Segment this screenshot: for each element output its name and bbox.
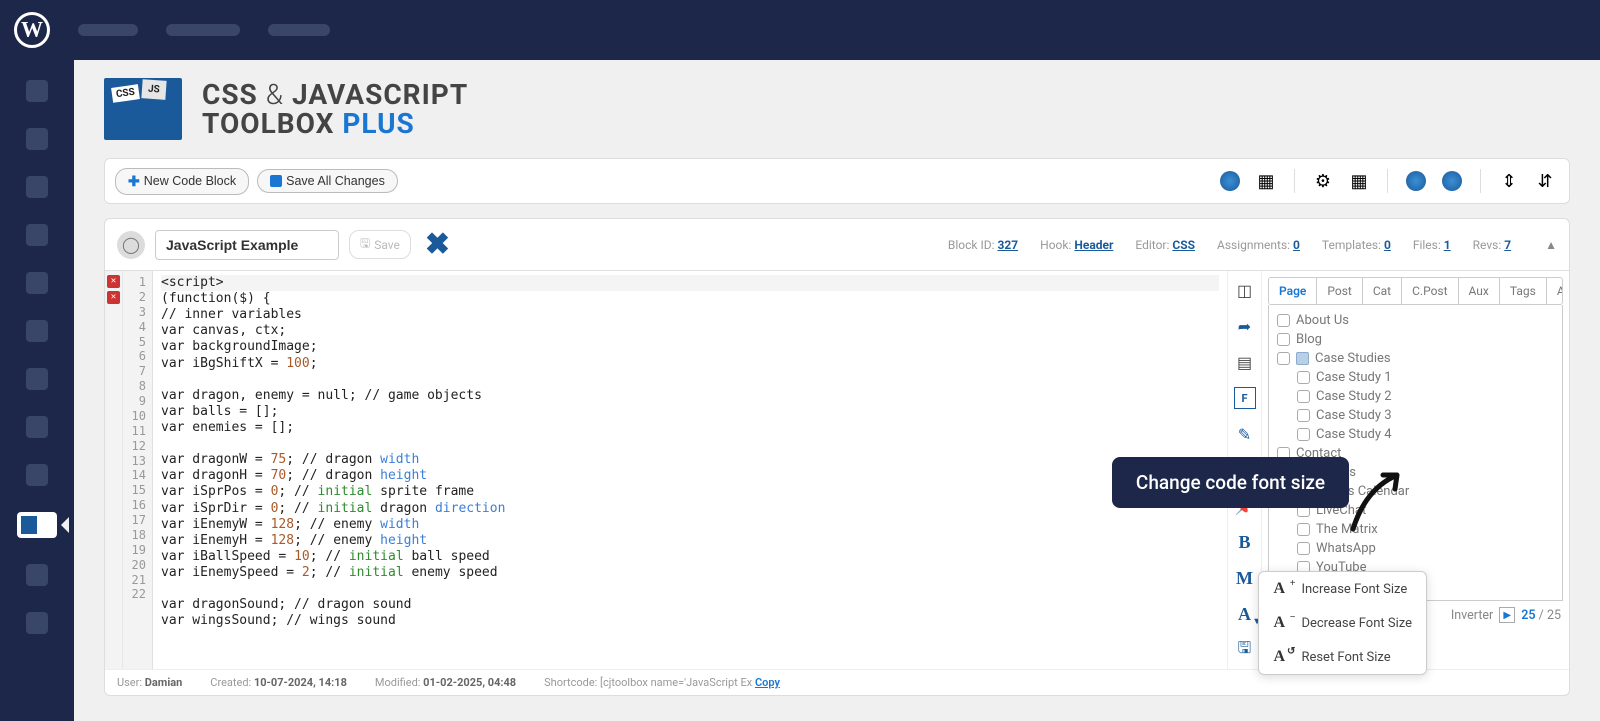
font-size-a-icon[interactable]: A <box>1234 603 1256 625</box>
plugin-title-line1: CSS & JAVASCRIPT <box>202 80 468 109</box>
page-list-item[interactable]: Case Study 2 <box>1277 387 1554 406</box>
meta-files: Files: 1 <box>1413 238 1451 252</box>
meta-editor: Editor: CSS <box>1135 238 1195 252</box>
close-block-icon[interactable]: ✖ <box>425 227 450 262</box>
tab-page[interactable]: Page <box>1269 278 1317 304</box>
page-list-item[interactable]: Case Study 1 <box>1277 368 1554 387</box>
cjt-logo-icon <box>104 78 182 140</box>
tab-tags[interactable]: Tags <box>1500 278 1547 304</box>
sidebar-item[interactable] <box>26 416 48 438</box>
meta-block-id: Block ID: 327 <box>948 238 1018 252</box>
sidebar-item[interactable] <box>26 612 48 634</box>
block-title-input[interactable] <box>155 230 339 260</box>
code-block-panel: ◯ 🖫Save ✖ Block ID: 327 Hook: Header Edi… <box>104 218 1570 696</box>
edit-pencil-icon[interactable]: ✎ <box>1234 423 1256 445</box>
file-f-icon[interactable]: F <box>1234 387 1256 409</box>
gear-blue-tool-icon[interactable] <box>1402 167 1430 195</box>
block-status-icon[interactable]: ◯ <box>117 231 145 259</box>
sidebar-item-cjt-active[interactable] <box>17 512 57 538</box>
meta-revs: Revs: 7 <box>1473 238 1511 252</box>
sidebar-item[interactable] <box>26 224 48 246</box>
page-list-item[interactable]: Case Study 3 <box>1277 406 1554 425</box>
copy-shortcode-link[interactable]: Copy <box>755 676 780 689</box>
checkbox[interactable] <box>1277 333 1290 346</box>
sidebar-item[interactable] <box>26 128 48 150</box>
page-list-item[interactable]: About Us <box>1277 311 1554 330</box>
sidebar-item[interactable] <box>26 320 48 342</box>
tab-adv[interactable]: Adv <box>1547 278 1563 304</box>
collapse-block-icon[interactable]: ▲ <box>1545 238 1557 252</box>
tab-aux[interactable]: Aux <box>1459 278 1500 304</box>
page-list-item[interactable]: WhatsApp <box>1277 539 1554 558</box>
expand-tool-icon[interactable]: ⇕ <box>1495 167 1523 195</box>
insert-icon[interactable]: ➦ <box>1234 315 1256 337</box>
checkbox[interactable] <box>1297 428 1310 441</box>
globe-tool-icon[interactable] <box>1216 167 1244 195</box>
collapse-tool-icon[interactable]: ⇵ <box>1531 167 1559 195</box>
sidebar-item[interactable] <box>26 464 48 486</box>
wp-admin-sidebar <box>0 60 74 721</box>
meta-hook: Hook: Header <box>1040 238 1113 252</box>
panel-tool-icon[interactable]: ▦ <box>1345 167 1373 195</box>
decrease-font-size-item[interactable]: A−Decrease Font Size <box>1259 606 1426 640</box>
checkbox[interactable] <box>1297 409 1310 422</box>
gear-blue-tool-icon[interactable] <box>1438 167 1466 195</box>
plugin-header: CSS & JAVASCRIPT TOOLBOX PLUS <box>104 78 1570 140</box>
dock-icon[interactable]: ◫ <box>1234 279 1256 301</box>
inverter-next-icon[interactable]: ▶ <box>1499 607 1515 623</box>
sidebar-item[interactable] <box>26 272 48 294</box>
checkbox[interactable] <box>1297 390 1310 403</box>
page-list-item[interactable]: Case Studies <box>1277 349 1554 368</box>
page-assignment-list[interactable]: About UsBlogCase StudiesCase Study 1Case… <box>1268 305 1563 601</box>
plus-icon: ✚ <box>128 173 140 190</box>
bold-b-icon[interactable]: B <box>1234 531 1256 553</box>
wp-admin-topbar <box>0 0 1600 60</box>
sidebar-item[interactable] <box>26 80 48 102</box>
meta-assignments: Assignments: 0 <box>1217 238 1300 252</box>
clipboard-icon[interactable]: ▤ <box>1234 351 1256 373</box>
checkbox[interactable] <box>1297 523 1310 536</box>
meta-templates: Templates: 0 <box>1322 238 1391 252</box>
save-disk-icon[interactable]: 🖫 <box>1234 639 1256 661</box>
topbar-item[interactable] <box>166 24 240 36</box>
save-icon <box>270 175 282 187</box>
topbar-item[interactable] <box>78 24 138 36</box>
tab-c-post[interactable]: C.Post <box>1402 278 1458 304</box>
tab-post[interactable]: Post <box>1317 278 1362 304</box>
wordpress-logo-icon[interactable] <box>14 12 50 48</box>
save-icon: 🖫 <box>360 234 370 255</box>
reset-font-size-item[interactable]: A↺Reset Font Size <box>1259 640 1426 674</box>
maximize-m-icon[interactable]: M <box>1234 567 1256 589</box>
sidebar-item[interactable] <box>26 564 48 586</box>
font-size-tooltip: Change code font size <box>1112 457 1349 508</box>
tristate-icon <box>1296 352 1309 365</box>
inverter-label: Inverter <box>1451 608 1493 623</box>
page-list-item[interactable]: Case Study 4 <box>1277 425 1554 444</box>
plugin-title-line2: TOOLBOX PLUS <box>202 109 468 138</box>
page-list-item[interactable]: The Matrix <box>1277 520 1554 539</box>
new-code-block-button[interactable]: ✚ New Code Block <box>115 168 249 195</box>
page-list-item[interactable]: Blog <box>1277 330 1554 349</box>
gear-tool-icon[interactable]: ⚙︎ <box>1309 167 1337 195</box>
sidebar-item[interactable] <box>26 368 48 390</box>
checkbox[interactable] <box>1277 352 1290 365</box>
panel-tool-icon[interactable]: ▦ <box>1252 167 1280 195</box>
assignment-tabs: PagePostCatC.PostAuxTagsAdv <box>1268 277 1563 305</box>
sidebar-item[interactable] <box>26 176 48 198</box>
tab-cat[interactable]: Cat <box>1363 278 1402 304</box>
code-editor[interactable]: ✕✕ 12345678910111213141516171819202122 <… <box>105 271 1227 669</box>
checkbox[interactable] <box>1297 371 1310 384</box>
block-header: ◯ 🖫Save ✖ Block ID: 327 Hook: Header Edi… <box>105 219 1569 271</box>
checkbox[interactable] <box>1297 542 1310 555</box>
save-block-button[interactable]: 🖫Save <box>349 230 411 259</box>
save-all-changes-button[interactable]: Save All Changes <box>257 169 398 193</box>
topbar-item[interactable] <box>268 24 330 36</box>
font-size-menu: A+Increase Font Size A−Decrease Font Siz… <box>1258 571 1427 675</box>
main-toolbar: ✚ New Code Block Save All Changes ▦ ⚙︎ ▦… <box>104 158 1570 204</box>
increase-font-size-item[interactable]: A+Increase Font Size <box>1259 572 1426 606</box>
checkbox[interactable] <box>1277 314 1290 327</box>
